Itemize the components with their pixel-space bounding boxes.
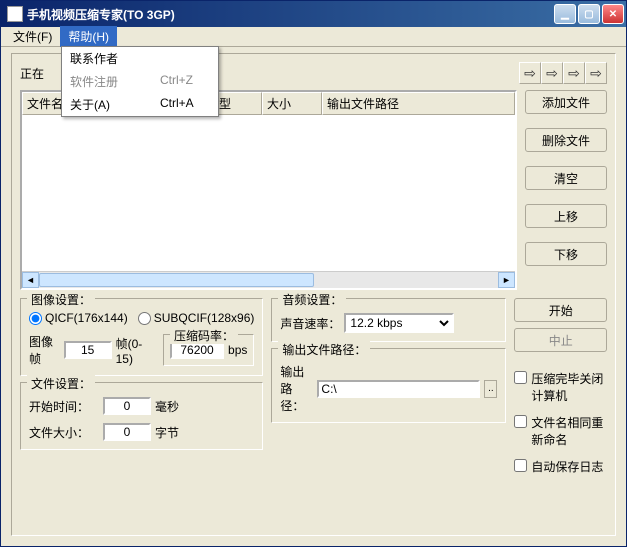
scroll-right-icon[interactable]: ► — [498, 272, 515, 288]
menu-file[interactable]: 文件(F) — [5, 26, 60, 47]
menu-contact-author[interactable]: 联系作者 — [62, 47, 218, 70]
menu-register: 软件注册 Ctrl+Z — [62, 70, 218, 93]
check-savelog[interactable]: 自动保存日志 — [514, 458, 607, 475]
move-down-button[interactable]: 下移 — [525, 242, 607, 266]
radio-qicf[interactable]: QICF(176x144) — [29, 311, 128, 325]
browse-button[interactable]: .. — [484, 380, 497, 398]
image-frame-input[interactable] — [64, 341, 112, 359]
file-list[interactable]: 文件名 类型 大小 输出文件路径 ◄ ► — [20, 90, 517, 290]
start-button[interactable]: 开始 — [514, 298, 607, 322]
audio-rate-select[interactable]: 12.2 kbps — [344, 313, 454, 333]
output-path-input[interactable] — [317, 380, 480, 398]
move-up-button[interactable]: 上移 — [525, 204, 607, 228]
menubar: 文件(F) 帮助(H) — [1, 27, 626, 47]
maximize-button[interactable]: ▢ — [578, 4, 600, 24]
image-settings-group: 图像设置： QICF(176x144) SUBQCIF(128x96) 图像帧 … — [20, 298, 263, 376]
app-icon — [7, 6, 23, 22]
clear-button[interactable]: 清空 — [525, 166, 607, 190]
col-outpath[interactable]: 输出文件路径 — [322, 92, 515, 115]
audio-settings-group: 音频设置： 声音速率： 12.2 kbps — [271, 298, 506, 342]
check-shutdown[interactable]: 压缩完毕关闭计算机 — [514, 370, 607, 404]
col-size[interactable]: 大小 — [262, 92, 322, 115]
window-title: 手机视频压缩专家(TO 3GP) — [27, 6, 175, 23]
check-rename[interactable]: 文件名相同重新命名 — [514, 414, 607, 448]
app-window: 手机视频压缩专家(TO 3GP) ▁ ▢ ✕ 文件(F) 帮助(H) 联系作者 … — [0, 0, 627, 547]
file-size-input[interactable] — [103, 423, 151, 441]
add-file-button[interactable]: 添加文件 — [525, 90, 607, 114]
scroll-left-icon[interactable]: ◄ — [22, 272, 39, 288]
delete-file-button[interactable]: 删除文件 — [525, 128, 607, 152]
scroll-thumb[interactable] — [39, 273, 314, 287]
stop-button[interactable]: 中止 — [514, 328, 607, 352]
radio-subqcif[interactable]: SUBQCIF(128x96) — [138, 311, 255, 325]
arrow-4[interactable]: ⇨ — [585, 62, 607, 84]
start-time-input[interactable] — [103, 397, 151, 415]
arrow-2[interactable]: ⇨ — [541, 62, 563, 84]
arrow-3[interactable]: ⇨ — [563, 62, 585, 84]
help-dropdown: 联系作者 软件注册 Ctrl+Z 关于(A) Ctrl+A — [61, 46, 219, 117]
content: 正在 ⇨ ⇨ ⇨ ⇨ 文件名 类型 大小 输出文件路径 — [1, 47, 626, 546]
minimize-button[interactable]: ▁ — [554, 4, 576, 24]
arrow-1[interactable]: ⇨ — [519, 62, 541, 84]
close-button[interactable]: ✕ — [602, 4, 624, 24]
file-settings-group: 文件设置： 开始时间： 毫秒 文件大小： 字节 — [20, 382, 263, 450]
output-path-group: 输出文件路径： 输出路径： .. — [271, 348, 506, 423]
menu-help[interactable]: 帮助(H) — [60, 26, 117, 47]
scrollbar-horizontal[interactable]: ◄ ► — [22, 271, 515, 288]
titlebar: 手机视频压缩专家(TO 3GP) ▁ ▢ ✕ — [1, 1, 626, 27]
menu-about[interactable]: 关于(A) Ctrl+A — [62, 93, 218, 116]
list-body[interactable] — [22, 115, 515, 271]
arrow-group: ⇨ ⇨ ⇨ ⇨ — [519, 62, 607, 84]
status-label: 正在 — [20, 65, 44, 82]
